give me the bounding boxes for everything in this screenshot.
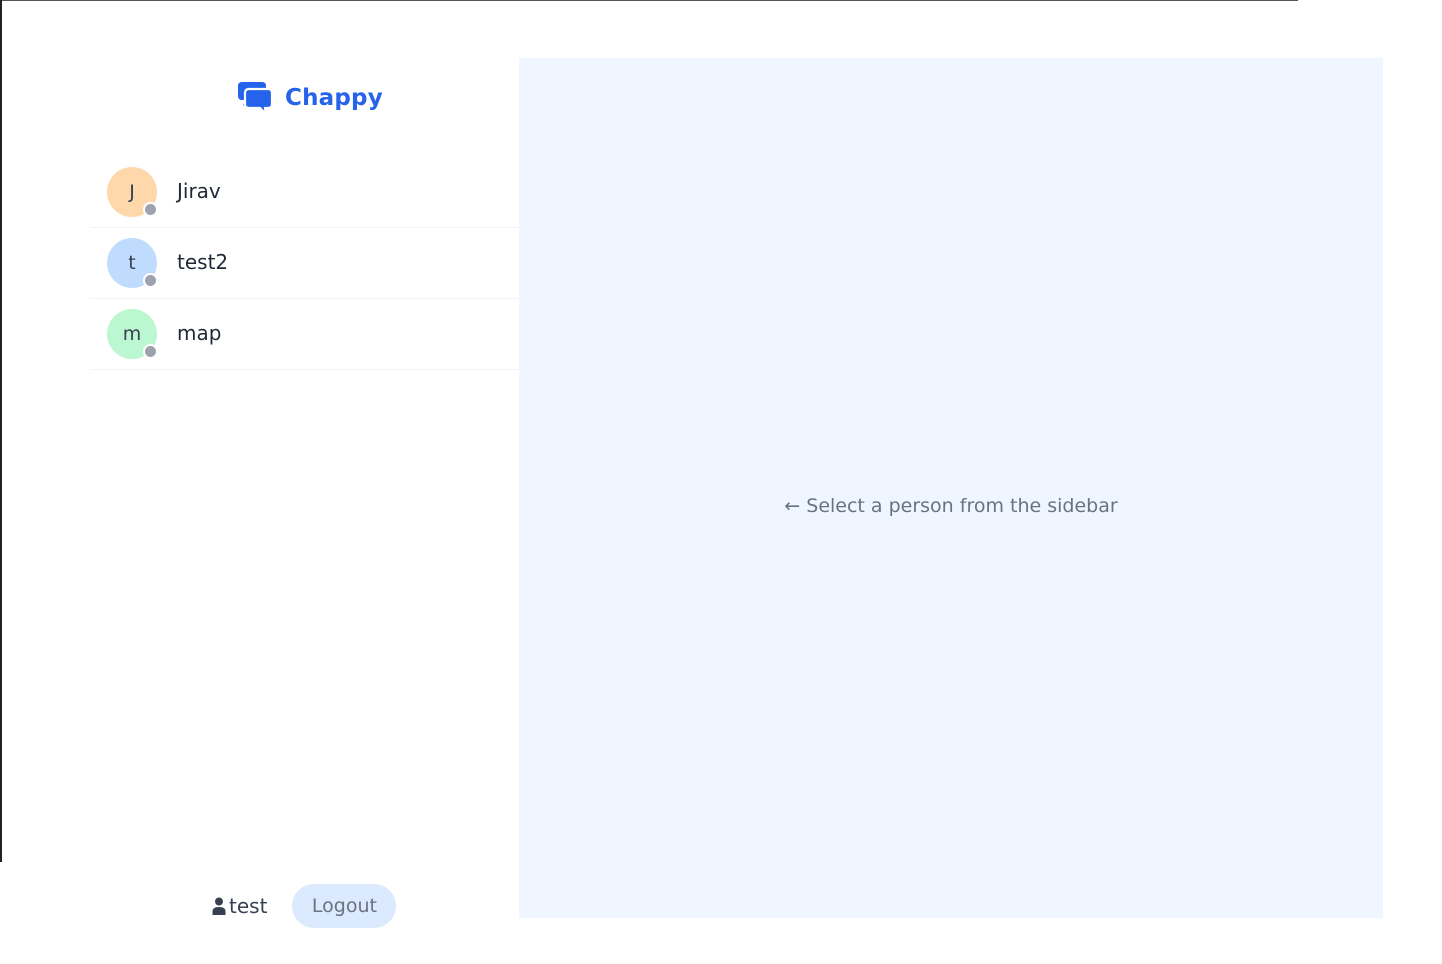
- avatar-initial: t: [128, 252, 136, 274]
- chat-bubbles-icon: [238, 82, 273, 116]
- avatar: m: [107, 309, 158, 359]
- offline-status-dot: [143, 202, 158, 217]
- offline-status-dot: [143, 344, 158, 359]
- avatar: J: [107, 167, 158, 217]
- avatar-initial: J: [129, 181, 135, 203]
- avatar-initial: m: [122, 323, 142, 345]
- user-bar: test Logout: [212, 884, 397, 928]
- brand: Chappy: [236, 80, 383, 116]
- avatar: t: [107, 238, 158, 288]
- empty-state-message: ← Select a person from the sidebar: [784, 495, 1118, 517]
- contact-item-map[interactable]: m map: [90, 299, 519, 370]
- contact-list: J Jirav t test2 m map: [90, 157, 519, 370]
- chat-panel: ← Select a person from the sidebar: [519, 58, 1383, 918]
- sidebar: Chappy J Jirav t test2 m map test Logout: [90, 58, 519, 928]
- user-icon: [212, 897, 226, 915]
- offline-status-dot: [143, 273, 158, 288]
- contact-name: map: [177, 321, 222, 345]
- window-top-border: [0, 0, 1298, 1]
- app-name: Chappy: [285, 85, 383, 111]
- contact-item-test2[interactable]: t test2: [90, 228, 519, 299]
- current-username: test: [229, 894, 268, 918]
- window-left-border: [0, 0, 2, 862]
- current-user: test: [212, 894, 267, 918]
- contact-item-jirav[interactable]: J Jirav: [90, 157, 519, 228]
- contact-name: Jirav: [177, 179, 221, 203]
- logout-button[interactable]: Logout: [292, 884, 397, 928]
- app-window: Chappy J Jirav t test2 m map test Logout…: [0, 0, 1442, 964]
- contact-name: test2: [177, 250, 229, 274]
